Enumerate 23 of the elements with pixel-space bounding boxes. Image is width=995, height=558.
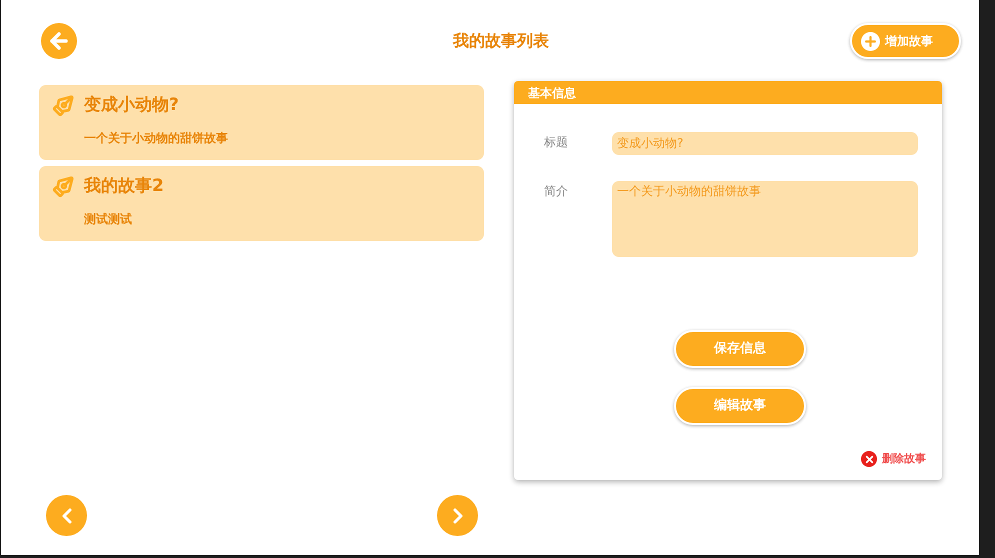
page-title: 我的故事列表 bbox=[453, 30, 549, 52]
panel-header: 基本信息 bbox=[514, 81, 942, 104]
story-card[interactable]: 变成小动物? 一个关于小动物的甜饼故事 bbox=[39, 85, 484, 160]
add-story-button[interactable]: 增加故事 bbox=[850, 23, 961, 59]
next-page-button[interactable] bbox=[437, 495, 478, 536]
description-field[interactable]: 一个关于小动物的甜饼故事 bbox=[612, 181, 918, 257]
story-description: 一个关于小动物的甜饼故事 bbox=[84, 130, 229, 146]
close-icon bbox=[861, 451, 877, 468]
back-button[interactable] bbox=[41, 23, 77, 59]
action-button[interactable]: 保存信息 bbox=[674, 330, 806, 368]
story-description: 测试测试 bbox=[84, 210, 133, 228]
title-field[interactable]: 变成小动物? bbox=[612, 132, 918, 155]
field-label: 简介 bbox=[544, 183, 569, 200]
field-label: 标题 bbox=[544, 134, 569, 151]
delete-story-link[interactable]: 删除故事 bbox=[861, 451, 926, 468]
pen-icon bbox=[52, 94, 74, 117]
plus-icon bbox=[861, 32, 880, 50]
story-card[interactable]: 我的故事2 测试测试 bbox=[39, 166, 484, 241]
action-button[interactable]: 编辑故事 bbox=[674, 387, 806, 425]
story-title: 变成小动物? bbox=[84, 94, 179, 117]
story-title: 我的故事2 bbox=[84, 175, 164, 198]
previous-page-button[interactable] bbox=[46, 495, 87, 536]
pen-icon bbox=[52, 176, 74, 198]
